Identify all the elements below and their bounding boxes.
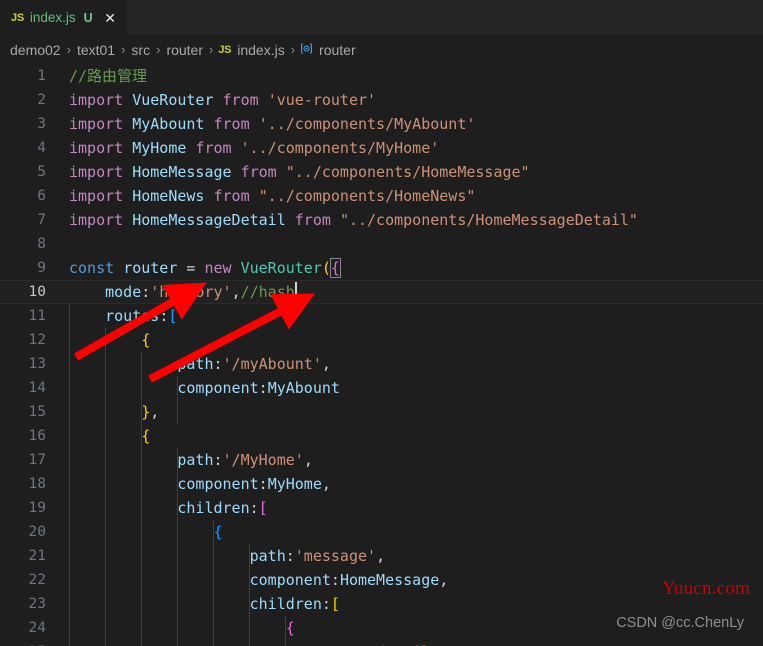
- line-number: 19: [28, 500, 46, 516]
- line-content: path:'/MyHome',: [177, 451, 313, 469]
- line-content: path:'message',: [249, 547, 386, 565]
- line-number: 18: [28, 476, 46, 492]
- breadcrumb-item-src[interactable]: src: [130, 42, 151, 58]
- chevron-right-icon: ›: [290, 42, 296, 57]
- code-line[interactable]: 12 {: [0, 328, 763, 352]
- line-content: import MyAbount from '../components/MyAb…: [69, 115, 476, 133]
- watermark-csdn: CSDN @cc.ChenLy: [616, 615, 744, 631]
- tab-index-js[interactable]: JS index.js U ✕: [0, 0, 127, 35]
- line-content: const router = new VueRouter({: [69, 258, 341, 278]
- breadcrumb-item-symbol-router[interactable]: router: [318, 42, 357, 58]
- code-line[interactable]: 5 import HomeMessage from "../components…: [0, 160, 763, 184]
- line-content: import HomeMessage from "../components/H…: [69, 163, 530, 181]
- line-number: 5: [37, 164, 46, 180]
- line-content: {: [141, 427, 151, 445]
- line-number: 8: [37, 236, 46, 252]
- line-content: {: [285, 619, 295, 637]
- tab-git-status-badge: U: [83, 10, 93, 25]
- code-line[interactable]: 20 {: [0, 520, 763, 544]
- code-line[interactable]: 16 {: [0, 424, 763, 448]
- chevron-right-icon: ›: [66, 42, 71, 57]
- text-cursor: [294, 282, 297, 301]
- line-number: 22: [28, 572, 46, 588]
- line-number: 2: [37, 92, 46, 108]
- line-content: mode:'history',//hash: [105, 282, 297, 301]
- breadcrumb-item-text01[interactable]: text01: [76, 42, 116, 58]
- breadcrumb-item-router[interactable]: router: [165, 42, 204, 58]
- chevron-right-icon: ›: [209, 42, 214, 57]
- line-number: 12: [28, 332, 46, 348]
- line-content: routes:[: [105, 307, 178, 325]
- line-number: 21: [28, 548, 46, 564]
- js-file-icon: JS: [218, 43, 232, 56]
- line-number: 24: [28, 620, 46, 636]
- line-content: import MyHome from '../components/MyHome…: [69, 139, 440, 157]
- line-content: path:'/myAbount',: [177, 355, 331, 373]
- code-line[interactable]: 25 name:"details": [0, 640, 763, 646]
- line-number: 14: [28, 380, 46, 396]
- tab-label: index.js: [29, 10, 76, 25]
- chevron-right-icon: ›: [156, 42, 161, 57]
- line-content: component:MyHome,: [177, 475, 331, 493]
- variable-icon: [300, 42, 313, 58]
- line-content: children:[: [249, 595, 340, 613]
- code-line[interactable]: 4 import MyHome from '../components/MyHo…: [0, 136, 763, 160]
- line-number: 10: [28, 284, 46, 300]
- close-icon[interactable]: ✕: [103, 11, 118, 25]
- line-number: 23: [28, 596, 46, 612]
- line-number: 6: [37, 188, 46, 204]
- watermark-yuucn: Yuucn.com: [662, 578, 750, 599]
- breadcrumb: demo02 › text01 › src › router › JS inde…: [0, 35, 763, 64]
- line-number: 9: [37, 260, 46, 276]
- line-content: children:[: [177, 499, 268, 517]
- line-content: import HomeMessageDetail from "../compon…: [69, 211, 638, 229]
- code-line[interactable]: 19 children:[: [0, 496, 763, 520]
- line-number: 4: [37, 140, 46, 156]
- code-line[interactable]: 2 import VueRouter from 'vue-router': [0, 88, 763, 112]
- line-content: {: [213, 523, 223, 541]
- line-number: 16: [28, 428, 46, 444]
- code-line[interactable]: 8: [0, 232, 763, 256]
- line-number: 20: [28, 524, 46, 540]
- line-number: 15: [28, 404, 46, 420]
- code-line[interactable]: 17 path:'/MyHome',: [0, 448, 763, 472]
- line-content: component:HomeMessage,: [249, 571, 449, 589]
- code-line[interactable]: 6 import HomeNews from "../components/Ho…: [0, 184, 763, 208]
- code-line[interactable]: 1 //路由管理: [0, 64, 763, 88]
- editor-tab-bar: JS index.js U ✕: [0, 0, 763, 35]
- line-number: 17: [28, 452, 46, 468]
- code-line[interactable]: 7 import HomeMessageDetail from "../comp…: [0, 208, 763, 232]
- code-line[interactable]: 9 const router = new VueRouter({: [0, 256, 763, 280]
- code-line[interactable]: 23 children:[: [0, 592, 763, 616]
- line-content: {: [141, 331, 151, 349]
- line-content: import HomeNews from "../components/Home…: [69, 187, 476, 205]
- code-line[interactable]: 22 component:HomeMessage,: [0, 568, 763, 592]
- line-number: 3: [37, 116, 46, 132]
- breadcrumb-item-index-js[interactable]: index.js: [236, 42, 285, 58]
- code-line[interactable]: 18 component:MyHome,: [0, 472, 763, 496]
- js-file-icon: JS: [11, 11, 24, 24]
- line-content: },: [141, 403, 160, 421]
- code-line-active[interactable]: 10 mode:'history',//hash: [0, 280, 763, 304]
- line-number: 25: [0, 640, 46, 646]
- line-content: import VueRouter from 'vue-router': [69, 91, 377, 109]
- code-line[interactable]: 13 path:'/myAbount',: [0, 352, 763, 376]
- code-editor[interactable]: 1 //路由管理 2 import VueRouter from 'vue-ro…: [0, 64, 763, 646]
- breadcrumb-item-demo02[interactable]: demo02: [9, 42, 62, 58]
- code-line[interactable]: 11 routes:[: [0, 304, 763, 328]
- line-number: 13: [28, 356, 46, 372]
- vscode-window: JS index.js U ✕ demo02 › text01 › src › …: [0, 0, 763, 646]
- line-number: 7: [37, 212, 46, 228]
- code-line[interactable]: 14 component:MyAbount: [0, 376, 763, 400]
- line-number: 11: [28, 308, 46, 324]
- line-content: name:"details": [69, 640, 448, 646]
- code-line[interactable]: 21 path:'message',: [0, 544, 763, 568]
- chevron-right-icon: ›: [121, 42, 126, 57]
- line-content: //路由管理: [69, 67, 148, 85]
- line-content: component:MyAbount: [177, 379, 340, 397]
- line-number: 1: [37, 68, 46, 84]
- code-line[interactable]: 3 import MyAbount from '../components/My…: [0, 112, 763, 136]
- code-line[interactable]: 15 },: [0, 400, 763, 424]
